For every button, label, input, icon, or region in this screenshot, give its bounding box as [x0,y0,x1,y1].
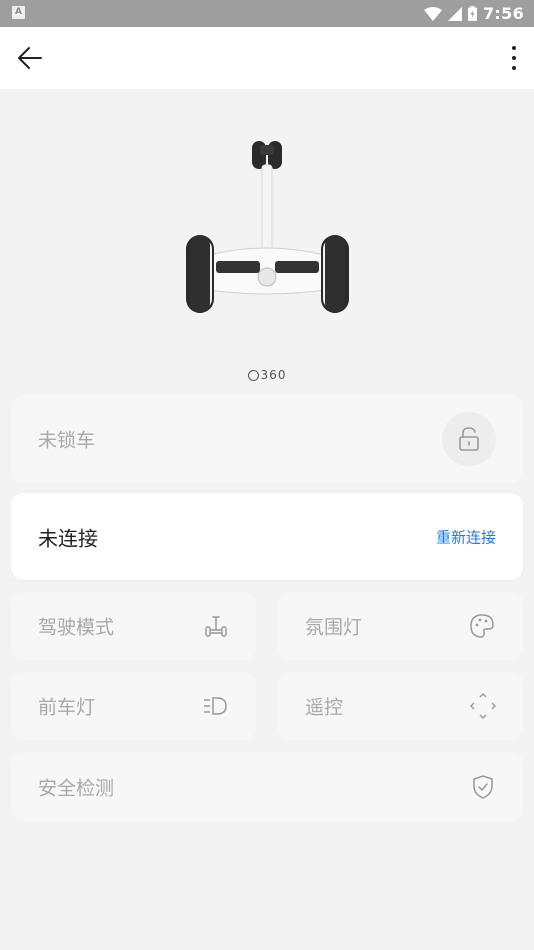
lock-status-card[interactable]: 未锁车 [11,395,523,483]
shield-check-icon [473,774,493,799]
safety-check-label: 安全检测 [38,777,115,799]
reconnect-button[interactable]: 重新连接 [436,526,496,547]
battery-icon [468,6,477,21]
headlight-tile[interactable]: 前车灯 [11,672,256,740]
back-arrow-icon[interactable] [14,41,48,75]
connection-status-card: 未连接 重新连接 [11,493,523,580]
ambient-light-tile[interactable]: 氛围灯 [278,592,523,660]
device-hero: 360 [0,89,534,389]
palette-icon [470,614,494,638]
app-bar [0,27,534,89]
headlight-icon [204,697,227,715]
headlight-label: 前车灯 [38,696,96,719]
scooter-mode-icon [205,616,227,637]
self-balancing-scooter-image [186,141,349,313]
connection-status-label: 未连接 [38,526,98,550]
lock-status-label: 未锁车 [38,429,96,452]
safety-check-tile[interactable]: 安全检测 [11,752,523,821]
signal-icon [448,6,462,21]
status-indicators: 7:56 [424,0,524,27]
lock-button[interactable] [442,412,496,466]
wifi-icon [424,6,442,21]
app-notification-icon: A [12,6,25,19]
more-options-icon[interactable] [502,41,526,75]
remote-control-label: 遥控 [305,696,344,719]
remote-control-icon [470,693,496,719]
unlock-icon [459,427,479,451]
status-bar: A 7:56 [0,0,534,27]
driving-mode-tile[interactable]: 驾驶模式 [11,592,256,660]
driving-mode-label: 驾驶模式 [38,616,115,639]
brand-logo: 360 [0,368,534,382]
remote-control-tile[interactable]: 遥控 [278,672,523,740]
ambient-light-label: 氛围灯 [305,616,363,639]
status-time: 7:56 [483,4,524,23]
